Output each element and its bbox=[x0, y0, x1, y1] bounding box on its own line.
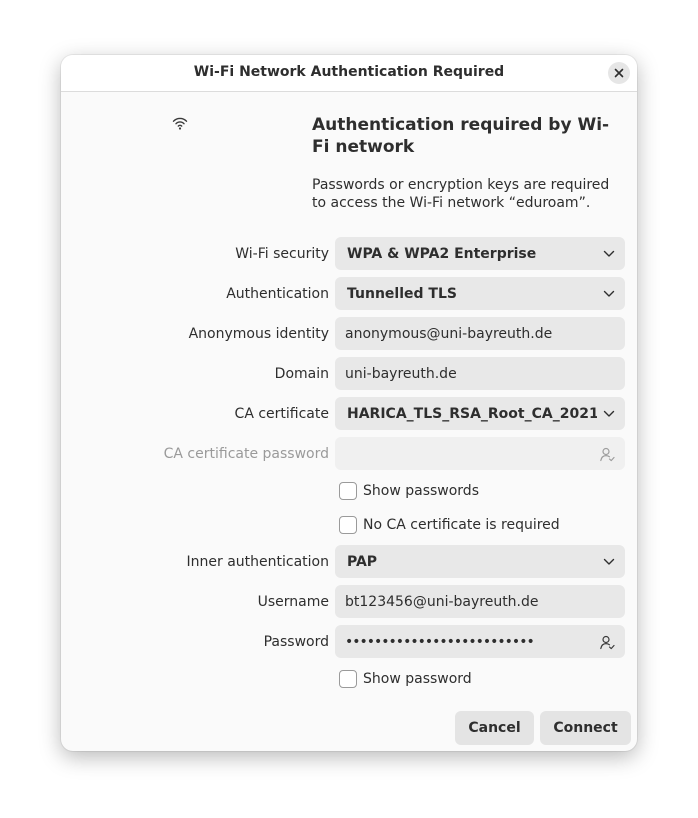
chevron-down-icon bbox=[603, 250, 615, 257]
show-passwords-row[interactable]: Show passwords bbox=[339, 481, 479, 501]
chevron-down-icon bbox=[603, 290, 615, 297]
domain-input[interactable]: uni-bayreuth.de bbox=[335, 357, 625, 390]
wifi-security-dropdown[interactable]: WPA & WPA2 Enterprise bbox=[335, 237, 625, 270]
show-password-row[interactable]: Show password bbox=[339, 669, 472, 689]
show-passwords-checkbox[interactable] bbox=[339, 482, 357, 500]
chevron-down-icon bbox=[603, 558, 615, 565]
ca-certificate-password-label: CA certificate password bbox=[163, 446, 329, 462]
window-title: Wi-Fi Network Authentication Required bbox=[193, 64, 505, 80]
anonymous-identity-input[interactable]: anonymous@uni-bayreuth.de bbox=[335, 317, 625, 350]
ca-certificate-value: HARICA_TLS_RSA_Root_CA_2021.crt bbox=[347, 405, 597, 422]
authentication-value: Tunnelled TLS bbox=[347, 285, 457, 302]
no-ca-required-label: No CA certificate is required bbox=[363, 517, 560, 533]
title-bar: Wi-Fi Network Authentication Required bbox=[61, 55, 637, 92]
username-value: bt123456@uni-bayreuth.de bbox=[345, 593, 539, 610]
inner-authentication-dropdown[interactable]: PAP bbox=[335, 545, 625, 578]
password-value: •••••••••••••••••••••••••• bbox=[345, 633, 535, 650]
ca-certificate-password-input[interactable] bbox=[335, 437, 625, 470]
cancel-button[interactable]: Cancel bbox=[455, 711, 534, 745]
close-icon bbox=[614, 68, 624, 78]
close-button[interactable] bbox=[608, 62, 630, 84]
wifi-security-value: WPA & WPA2 Enterprise bbox=[347, 245, 537, 262]
dialog-description: Passwords or encryption keys are require… bbox=[312, 177, 610, 211]
chevron-down-icon bbox=[603, 410, 615, 417]
show-password-label: Show password bbox=[363, 671, 472, 687]
username-label: Username bbox=[257, 594, 329, 610]
no-ca-required-row[interactable]: No CA certificate is required bbox=[339, 515, 560, 535]
anonymous-identity-label: Anonymous identity bbox=[188, 326, 329, 342]
anonymous-identity-value: anonymous@uni-bayreuth.de bbox=[345, 325, 553, 342]
domain-value: uni-bayreuth.de bbox=[345, 365, 457, 382]
inner-authentication-label: Inner authentication bbox=[186, 554, 329, 570]
authentication-dropdown[interactable]: Tunnelled TLS bbox=[335, 277, 625, 310]
password-input[interactable]: •••••••••••••••••••••••••• bbox=[335, 625, 625, 658]
authentication-label: Authentication bbox=[226, 286, 329, 302]
show-passwords-label: Show passwords bbox=[363, 483, 479, 499]
wifi-security-label: Wi-Fi security bbox=[235, 246, 329, 262]
user-icon[interactable] bbox=[599, 446, 615, 462]
inner-authentication-value: PAP bbox=[347, 553, 378, 570]
domain-label: Domain bbox=[274, 366, 329, 382]
wifi-icon bbox=[172, 117, 188, 130]
ca-certificate-chooser[interactable]: HARICA_TLS_RSA_Root_CA_2021.crt bbox=[335, 397, 625, 430]
connect-button[interactable]: Connect bbox=[540, 711, 631, 745]
ca-certificate-label: CA certificate bbox=[234, 406, 329, 422]
username-input[interactable]: bt123456@uni-bayreuth.de bbox=[335, 585, 625, 618]
user-icon[interactable] bbox=[599, 634, 615, 650]
dialog-heading: Authentication required by Wi-Fi network bbox=[312, 115, 610, 157]
show-password-checkbox[interactable] bbox=[339, 670, 357, 688]
no-ca-required-checkbox[interactable] bbox=[339, 516, 357, 534]
auth-dialog: Wi-Fi Network Authentication Required Au… bbox=[61, 55, 637, 751]
password-label: Password bbox=[263, 634, 329, 650]
